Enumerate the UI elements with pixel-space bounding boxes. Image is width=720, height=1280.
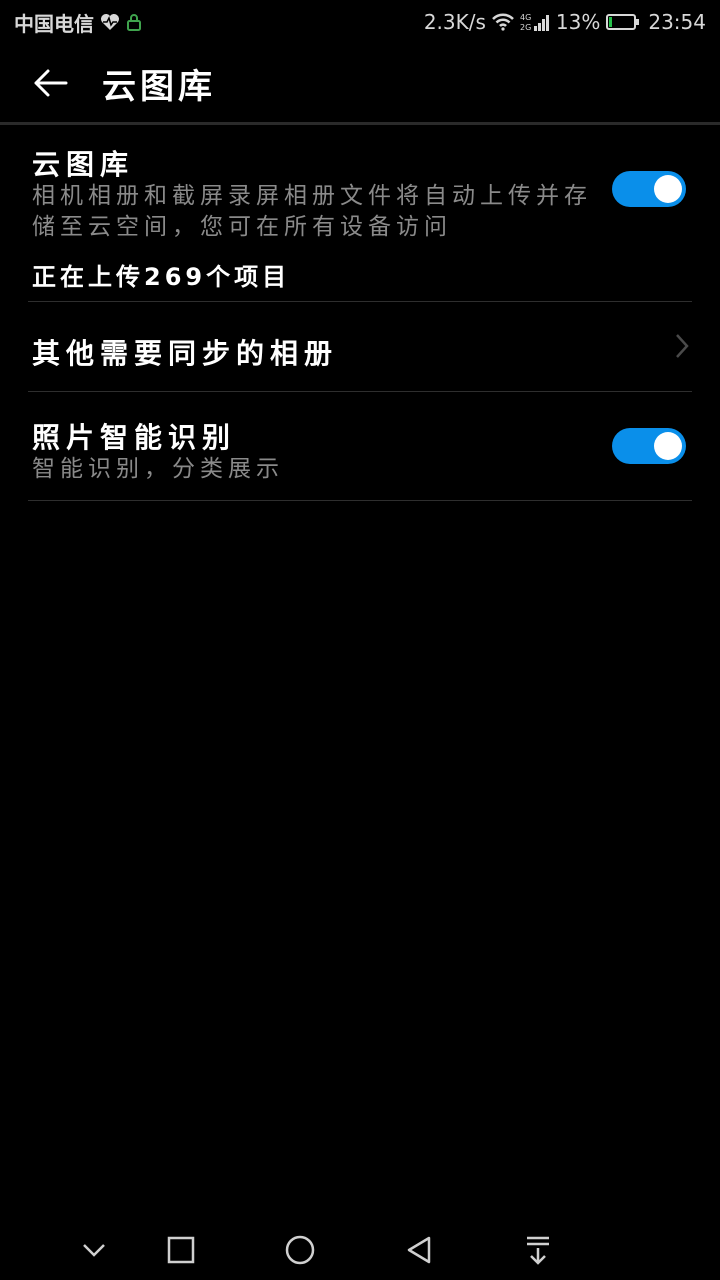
- smart-recognition-row: 照片智能识别 智能识别，分类展示: [28, 392, 692, 501]
- square-icon: [167, 1236, 195, 1264]
- toggle-knob: [654, 432, 682, 460]
- app-bar: 云图库: [0, 44, 720, 122]
- heart-rate-icon: [100, 13, 120, 31]
- cloud-gallery-toggle[interactable]: [612, 171, 686, 207]
- nav-hide-button[interactable]: [74, 1230, 114, 1270]
- battery-icon: [606, 14, 640, 30]
- triangle-back-icon: [407, 1236, 431, 1264]
- status-left: 中国电信: [14, 8, 142, 37]
- lock-icon: [126, 12, 142, 32]
- cellular-signal-icon: 4G 2G: [520, 12, 550, 32]
- battery-fill: [609, 17, 613, 27]
- smart-recognition-title: 照片智能识别: [32, 421, 237, 454]
- chevron-down-icon: [83, 1244, 105, 1257]
- smart-recognition-description: 智能识别，分类展示: [32, 456, 284, 482]
- back-arrow-icon: [34, 69, 68, 97]
- smart-recognition-toggle[interactable]: [612, 428, 686, 464]
- settings-list: 云图库 相机相册和截屏录屏相册文件将自动上传并存储至云空间，您可在所有设备访问 …: [28, 125, 692, 501]
- svg-text:2G: 2G: [520, 23, 531, 32]
- nav-recents-button[interactable]: [161, 1230, 201, 1270]
- circle-icon: [285, 1235, 315, 1265]
- cloud-gallery-title: 云图库: [32, 148, 135, 181]
- svg-text:4G: 4G: [520, 13, 531, 22]
- upload-status: 正在上传269个项目: [32, 263, 291, 291]
- page-title: 云图库: [102, 66, 216, 107]
- cloud-gallery-description: 相机相册和截屏录屏相册文件将自动上传并存储至云空间，您可在所有设备访问: [32, 183, 592, 240]
- nav-notification-button[interactable]: [518, 1230, 558, 1270]
- navigation-bar: [0, 1216, 720, 1280]
- chevron-right-icon: [676, 334, 689, 358]
- nav-home-button[interactable]: [280, 1230, 320, 1270]
- notification-pull-icon: [527, 1236, 549, 1265]
- network-speed: 2.3K/s: [423, 10, 486, 34]
- battery-percent: 13%: [555, 10, 601, 34]
- toggle-knob: [654, 175, 682, 203]
- clock: 23:54: [648, 10, 706, 34]
- nav-back-button[interactable]: [399, 1230, 439, 1270]
- back-button[interactable]: [20, 53, 80, 113]
- wifi-icon: [492, 13, 514, 31]
- carrier-name: 中国电信: [14, 11, 94, 36]
- status-right: 2.3K/s 4G 2G 13% 23:54: [424, 10, 706, 34]
- other-albums-row[interactable]: 其他需要同步的相册: [28, 302, 692, 392]
- status-bar: 中国电信 2.3K/s 4G 2G 13% 23:54: [0, 0, 720, 44]
- cloud-gallery-row: 云图库 相机相册和截屏录屏相册文件将自动上传并存储至云空间，您可在所有设备访问 …: [28, 125, 692, 302]
- other-albums-title: 其他需要同步的相册: [32, 337, 339, 370]
